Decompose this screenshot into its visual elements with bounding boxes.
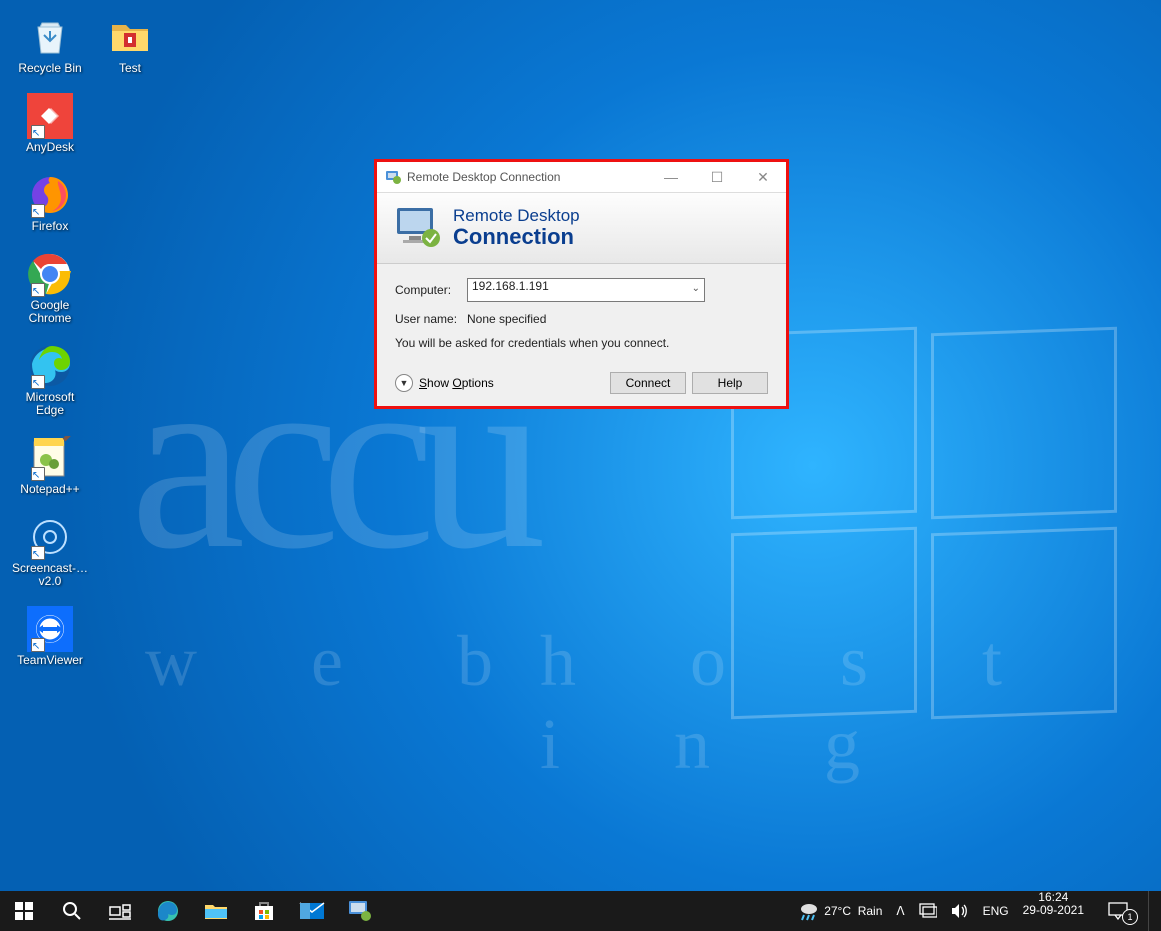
tray-overflow-button[interactable]: ᐱ <box>892 891 908 931</box>
minimize-button[interactable]: — <box>648 162 694 192</box>
credentials-note: You will be asked for credentials when y… <box>395 336 768 350</box>
icon-label: Recycle Bin <box>18 62 81 75</box>
icon-label: Firefox <box>32 220 69 233</box>
weather-temp: 27°C <box>824 904 851 918</box>
chevron-down-icon: ⌄ <box>692 283 700 294</box>
action-center-button[interactable]: 1 <box>1094 891 1142 931</box>
start-button[interactable] <box>0 891 48 931</box>
taskbar-rdc-icon[interactable] <box>336 891 384 931</box>
taskbar-edge-icon[interactable] <box>144 891 192 931</box>
computer-label: Computer: <box>395 283 467 297</box>
remote-desktop-connection-window[interactable]: Remote Desktop Connection — ☐ ✕ Remote D… <box>374 159 789 409</box>
desktop-icon-screencast[interactable]: Screencast-… v2.0 <box>12 514 88 588</box>
tray-volume-icon[interactable] <box>947 891 973 931</box>
icon-label: Microsoft Edge <box>12 391 88 417</box>
weather-cond: Rain <box>858 904 883 918</box>
folder-icon <box>107 14 153 60</box>
tray-project-icon[interactable] <box>915 891 941 931</box>
icon-label: Google Chrome <box>12 299 88 325</box>
taskbar-explorer-icon[interactable] <box>192 891 240 931</box>
desktop-icon-firefox[interactable]: Firefox <box>12 172 88 233</box>
banner-line2: Connection <box>453 225 580 249</box>
show-options-label: Show Options <box>419 376 494 390</box>
taskbar[interactable]: 27°C Rain ᐱ ENG 16:24 29-09-2021 1 <box>0 891 1161 931</box>
windows-logo-watermark <box>731 330 1121 720</box>
show-desktop-button[interactable] <box>1148 891 1155 931</box>
edge-icon <box>27 343 73 389</box>
clock-date: 29-09-2021 <box>1023 904 1084 917</box>
help-button[interactable]: Help <box>692 372 768 394</box>
notification-badge: 1 <box>1122 909 1138 925</box>
show-options-toggle[interactable]: ▼ Show Options <box>395 374 494 392</box>
search-button[interactable] <box>48 891 96 931</box>
username-label: User name: <box>395 312 467 326</box>
watermark-hosting: h o s t i n g <box>540 620 1161 786</box>
desktop-icon-notepadpp[interactable]: Notepad++ <box>12 435 88 496</box>
desktop-icons-column-1: Recycle Bin AnyDesk Firefox Google Chrom… <box>12 14 88 667</box>
notepadpp-icon <box>27 435 73 481</box>
chevron-down-icon: ▼ <box>395 374 413 392</box>
window-title: Remote Desktop Connection <box>407 170 560 184</box>
taskbar-mail-icon[interactable] <box>288 891 336 931</box>
connect-button[interactable]: Connect <box>610 372 686 394</box>
desktop-icon-edge[interactable]: Microsoft Edge <box>12 343 88 417</box>
tray-clock[interactable]: 16:24 29-09-2021 <box>1019 891 1088 931</box>
desktop-icons-column-2: Test <box>92 14 168 75</box>
watermark-web: w e b <box>145 620 541 703</box>
rdc-banner: Remote Desktop Connection <box>377 192 786 264</box>
anydesk-icon <box>27 93 73 139</box>
task-view-button[interactable] <box>96 891 144 931</box>
computer-input[interactable]: 192.168.1.191 ⌄ <box>467 278 705 302</box>
system-tray: 27°C Rain ᐱ ENG 16:24 29-09-2021 1 <box>794 891 1161 931</box>
desktop-icon-teamviewer[interactable]: TeamViewer <box>12 606 88 667</box>
desktop-icon-anydesk[interactable]: AnyDesk <box>12 93 88 154</box>
desktop[interactable]: accu w e b h o s t i n g Recycle Bin Any… <box>0 0 1161 931</box>
icon-label: TeamViewer <box>17 654 83 667</box>
username-value: None specified <box>467 312 546 326</box>
desktop-icon-recycle-bin[interactable]: Recycle Bin <box>12 14 88 75</box>
window-titlebar[interactable]: Remote Desktop Connection — ☐ ✕ <box>377 162 786 192</box>
rdc-body: Computer: 192.168.1.191 ⌄ User name: Non… <box>377 264 786 406</box>
weather-widget[interactable]: 27°C Rain <box>794 891 886 931</box>
desktop-icon-chrome[interactable]: Google Chrome <box>12 251 88 325</box>
taskbar-store-icon[interactable] <box>240 891 288 931</box>
icon-label: Screencast-… v2.0 <box>12 562 88 588</box>
rdc-title-icon <box>385 169 401 185</box>
screencast-icon <box>27 514 73 560</box>
banner-line1: Remote Desktop <box>453 207 580 226</box>
tray-language[interactable]: ENG <box>979 891 1013 931</box>
firefox-icon <box>27 172 73 218</box>
icon-label: AnyDesk <box>26 141 74 154</box>
icon-label: Notepad++ <box>20 483 79 496</box>
close-button[interactable]: ✕ <box>740 162 786 192</box>
rdc-banner-icon <box>393 204 441 252</box>
icon-label: Test <box>119 62 141 75</box>
recycle-bin-icon <box>27 14 73 60</box>
chrome-icon <box>27 251 73 297</box>
teamviewer-icon <box>27 606 73 652</box>
computer-value: 192.168.1.191 <box>472 279 549 293</box>
maximize-button[interactable]: ☐ <box>694 162 740 192</box>
desktop-icon-test-folder[interactable]: Test <box>92 14 168 75</box>
